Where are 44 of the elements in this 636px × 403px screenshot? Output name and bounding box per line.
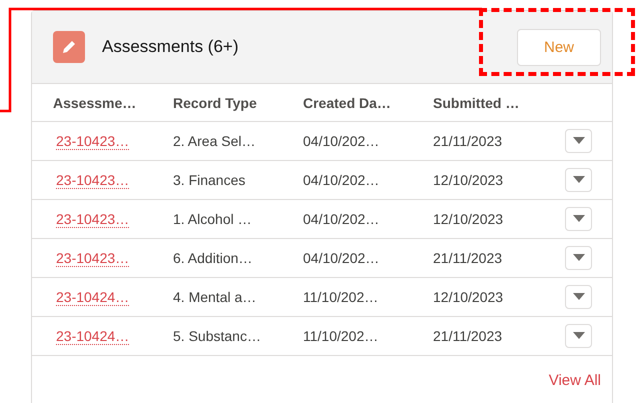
table-cell: 6. Addition…	[173, 250, 252, 266]
table-cell: 5. Substanc…	[173, 328, 261, 344]
row-actions-button[interactable]	[565, 246, 592, 270]
record-link[interactable]: 23-10423…	[56, 250, 130, 267]
caret-icon	[572, 332, 584, 340]
record-link[interactable]: 23-10423…	[56, 172, 130, 189]
record-link[interactable]: 23-10423…	[56, 133, 130, 150]
caret-icon	[572, 215, 584, 223]
record-link[interactable]: 23-10424…	[56, 289, 130, 306]
pencil-icon	[53, 31, 85, 63]
caret-icon	[572, 293, 584, 301]
table-cell: 3. Finances	[173, 172, 246, 188]
table-cell: 11/10/202…	[303, 289, 378, 305]
caret-icon	[572, 176, 584, 184]
table-cell: 11/10/202…	[303, 328, 378, 344]
view-all-link[interactable]: View All	[548, 372, 601, 389]
table-cell: 12/10/2023	[433, 172, 504, 188]
row-actions-button[interactable]	[565, 129, 592, 153]
table-cell: 21/11/2023	[433, 250, 502, 266]
table-cell: 4. Mental a…	[173, 289, 256, 305]
table-cell: 04/10/202…	[303, 250, 380, 266]
table-cell: 12/10/2023	[433, 211, 504, 227]
table-cell: 2. Area Sel…	[173, 133, 256, 149]
card-title: Assessments (6+)	[102, 37, 239, 57]
caret-icon	[572, 137, 584, 145]
table-cell: 12/10/2023	[433, 289, 504, 305]
record-link[interactable]: 23-10423…	[56, 211, 130, 228]
column-header[interactable]: Assessme…	[53, 94, 173, 110]
column-header[interactable]: Submitted …	[433, 94, 563, 110]
caret-icon	[572, 254, 584, 262]
table-cell: 04/10/202…	[303, 133, 380, 149]
record-link[interactable]: 23-10424…	[56, 328, 130, 345]
row-actions-button[interactable]	[565, 324, 592, 348]
table-cell: 04/10/202…	[303, 172, 380, 188]
column-header[interactable]: Record Type	[173, 94, 303, 110]
table-cell: 1. Alcohol …	[173, 211, 252, 227]
column-header[interactable]: Created Da…	[303, 94, 433, 110]
row-actions-button[interactable]	[565, 285, 592, 309]
new-button[interactable]: New	[517, 28, 601, 66]
row-actions-button[interactable]	[565, 168, 592, 192]
table-cell: 04/10/202…	[303, 211, 380, 227]
row-actions-button[interactable]	[565, 207, 592, 231]
table-cell: 21/11/2023	[433, 328, 502, 344]
table-cell: 21/11/2023	[433, 133, 502, 149]
